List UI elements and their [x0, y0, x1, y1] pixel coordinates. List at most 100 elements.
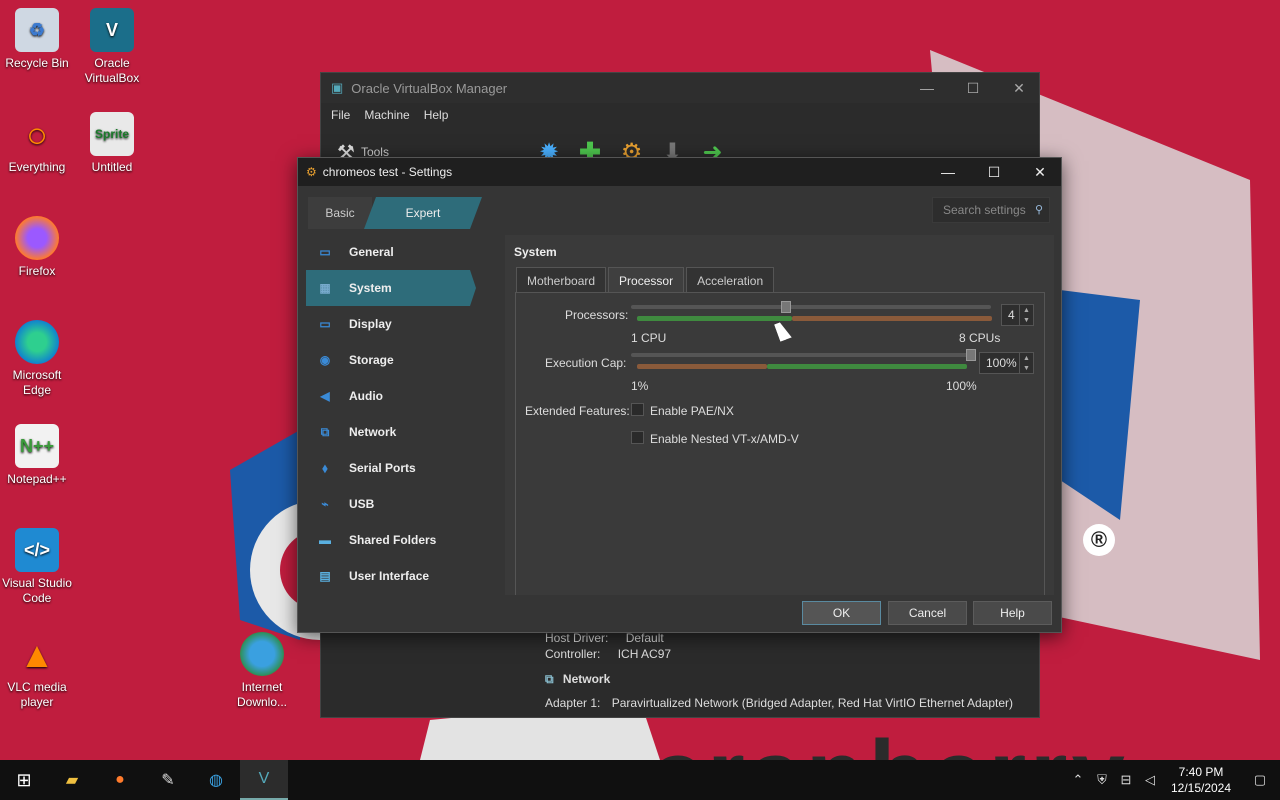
nav-item-user-interface[interactable]: ▤ User Interface — [306, 558, 476, 594]
nav-item-general[interactable]: ▭ General — [306, 234, 476, 270]
nested-vtx-checkbox[interactable] — [631, 431, 644, 444]
nav-item-usb[interactable]: ⌁ USB — [306, 486, 476, 522]
nav-item-system[interactable]: ▦ System — [306, 270, 476, 306]
desktop-icon-virtualbox[interactable]: V Oracle VirtualBox — [75, 8, 149, 86]
help-button[interactable]: Help — [973, 601, 1052, 625]
vbm-title: Oracle VirtualBox Manager — [351, 80, 508, 96]
settings-dialog: ⚙ chromeos test - Settings — ☐ ✕ Basic E… — [297, 157, 1062, 633]
taskbar-firefox[interactable]: ● — [96, 760, 144, 800]
nav-item-audio[interactable]: ◀ Audio — [306, 378, 476, 414]
serial-ports-icon: ⬧ — [322, 460, 328, 475]
taskbar-clock[interactable]: 7:40 PM 12/15/2024 — [1162, 764, 1240, 796]
recycle-bin-icon: ♻ — [15, 8, 59, 52]
notifications-icon[interactable]: ▢ — [1240, 772, 1280, 788]
system-tabs: Motherboard Processor Acceleration — [516, 267, 776, 293]
taskbar-virtualbox[interactable]: V — [240, 760, 288, 800]
ok-button[interactable]: OK — [802, 601, 881, 625]
search-placeholder: Search settings — [943, 203, 1026, 217]
tab-acceleration[interactable]: Acceleration — [686, 267, 775, 293]
taskbar-file-explorer[interactable]: ▰ — [48, 760, 96, 800]
execution-cap-spinbox[interactable]: 100% ▲ ▼ — [979, 352, 1034, 374]
execution-cap-max-label: 100% — [946, 379, 977, 393]
dialog-minimize-button[interactable]: — — [925, 158, 971, 186]
pae-nx-checkbox[interactable] — [631, 403, 644, 416]
settings-content: System Motherboard Processor Acceleratio… — [505, 235, 1054, 595]
nav-item-display[interactable]: ▭ Display — [306, 306, 476, 342]
menu-machine[interactable]: Machine — [364, 108, 409, 122]
menu-help[interactable]: Help — [424, 108, 449, 122]
desktop-icon-label: VLC media player — [7, 680, 67, 709]
nested-vtx-label[interactable]: Enable Nested VT-x/AMD-V — [650, 432, 799, 446]
close-button[interactable]: ✕ — [996, 73, 1042, 103]
desktop-icon-edge[interactable]: Microsoft Edge — [0, 320, 74, 398]
nav-item-label: Network — [349, 425, 397, 439]
chevron-up-icon[interactable]: ⌃ — [1066, 772, 1090, 788]
processors-max-label: 8 CPUs — [959, 331, 1001, 345]
network-icon: ⧉ — [320, 424, 330, 439]
registered-mark: ® — [1083, 524, 1115, 556]
taskbar-internet-download-manager[interactable]: ◍ — [192, 760, 240, 800]
host-driver-value: Default — [625, 631, 664, 645]
search-icon: ⚲ — [1034, 204, 1043, 216]
paint-icon: ✎ — [161, 772, 175, 789]
volume-muted-icon[interactable]: ◁ — [1138, 772, 1162, 788]
desktop-icon-vscode[interactable]: </> Visual Studio Code — [0, 528, 74, 606]
controller-value: ICH AC97 — [617, 647, 672, 661]
desktop-icon-untitled[interactable]: Sprite Untitled — [75, 112, 149, 175]
tab-motherboard[interactable]: Motherboard — [516, 267, 607, 293]
processors-value: 4 — [1008, 308, 1015, 322]
mode-basic-button[interactable]: Basic — [308, 197, 372, 229]
minimize-button[interactable]: — — [904, 73, 950, 103]
nav-item-serial-ports[interactable]: ⬧ Serial Ports — [306, 450, 476, 486]
vbm-details-panel: Host Driver: Default Controller: ICH AC9… — [539, 629, 1039, 717]
search-settings-input[interactable]: Search settings ⚲ — [932, 197, 1050, 223]
desktop-icon-recycle-bin[interactable]: ♻ Recycle Bin — [0, 8, 74, 71]
start-button[interactable]: ⊞ — [0, 760, 48, 800]
spin-arrows-icon[interactable]: ▲ ▼ — [1019, 305, 1033, 325]
nav-item-label: System — [349, 281, 392, 295]
vscode-icon: </> — [15, 528, 59, 572]
network-icon: ⧉ — [545, 672, 554, 686]
audio-icon: ◀ — [320, 389, 330, 403]
desktop-icon-everything[interactable]: ○ Everything — [0, 112, 74, 175]
nav-item-storage[interactable]: ◉ Storage — [306, 342, 476, 378]
cancel-button[interactable]: Cancel — [888, 601, 967, 625]
dialog-maximize-button[interactable]: ☐ — [971, 158, 1017, 186]
desktop-icon-notepad-plus-plus[interactable]: N++ Notepad++ — [0, 424, 74, 487]
execution-cap-slider-handle[interactable] — [966, 349, 976, 361]
edge-icon — [15, 320, 59, 364]
maximize-button[interactable]: ☐ — [950, 73, 996, 103]
desktop-icon-internet-download-manager[interactable]: Internet Downlo... — [225, 632, 299, 710]
settings-gear-icon: ⚙ — [306, 165, 317, 179]
internet-download-manager-icon — [240, 632, 284, 676]
processors-spinbox[interactable]: 4 ▲ ▼ — [1001, 304, 1034, 326]
user-interface-icon: ▤ — [319, 569, 331, 583]
dialog-close-button[interactable]: ✕ — [1017, 158, 1063, 186]
sprite-image-icon: Sprite — [90, 112, 134, 156]
vlc-icon: ▲ — [19, 633, 55, 675]
security-icon[interactable]: ⛨ — [1090, 772, 1114, 788]
desktop-icon-label: Untitled — [91, 160, 133, 174]
spin-arrows-icon[interactable]: ▲ ▼ — [1019, 353, 1033, 373]
processors-slider-handle[interactable] — [781, 301, 791, 313]
pae-nx-label[interactable]: Enable PAE/NX — [650, 404, 734, 418]
nav-item-network[interactable]: ⧉ Network — [306, 414, 476, 450]
network-icon[interactable]: ⊟ — [1114, 772, 1138, 788]
nav-item-label: USB — [349, 497, 375, 511]
menu-file[interactable]: File — [331, 108, 350, 122]
mode-expert-button[interactable]: Expert — [364, 197, 482, 229]
mode-switch: Basic Expert — [308, 197, 472, 229]
general-icon: ▭ — [319, 245, 331, 259]
nav-item-label: Display — [349, 317, 392, 331]
processors-slider-track[interactable] — [631, 305, 991, 309]
taskbar-paint[interactable]: ✎ — [144, 760, 192, 800]
desktop-icon-firefox[interactable]: Firefox — [0, 216, 74, 279]
execution-cap-slider-track[interactable] — [631, 353, 971, 357]
desktop-icon-vlc[interactable]: ▲ VLC media player — [0, 632, 74, 710]
tab-processor[interactable]: Processor — [608, 267, 685, 293]
execution-cap-label: Execution Cap: — [545, 356, 627, 370]
desktop-icon-label: Microsoft Edge — [12, 368, 62, 397]
execution-cap-safe-zone — [767, 364, 967, 369]
nav-item-shared-folders[interactable]: ▬ Shared Folders — [306, 522, 476, 558]
clock-time: 7:40 PM — [1178, 765, 1224, 779]
